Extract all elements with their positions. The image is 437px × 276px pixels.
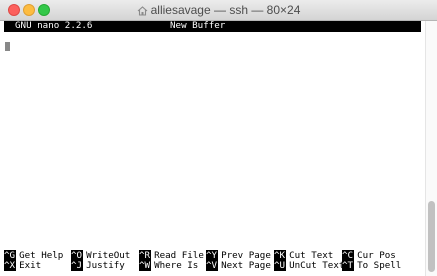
buffer-name: New Buffer <box>170 20 226 31</box>
shortcut-next-page[interactable]: ^V Next Page <box>206 260 271 271</box>
text-cursor <box>5 42 10 51</box>
window-title-text: alliesavage — ssh — 80×24 <box>150 3 301 17</box>
shortcut-where-is[interactable]: ^W Where Is <box>139 260 198 271</box>
shortcut-to-spell[interactable]: ^T To Spell <box>342 260 401 271</box>
terminal-area[interactable]: GNU nano 2.2.6 New Buffer ^G Get Help ^O W… <box>0 20 425 276</box>
shortcut-exit[interactable]: ^X Exit <box>4 260 41 271</box>
shortcut-justify[interactable]: ^J Justify <box>71 260 125 271</box>
scrollbar-thumb[interactable] <box>428 201 435 272</box>
window-title: alliesavage — ssh — 80×24 <box>0 3 437 17</box>
title-bar[interactable]: alliesavage — ssh — 80×24 <box>0 0 437 21</box>
nano-version: GNU nano 2.2.6 <box>15 20 93 31</box>
nano-header-bar: GNU nano 2.2.6 New Buffer <box>4 20 421 32</box>
vertical-scrollbar[interactable] <box>425 21 437 276</box>
home-icon <box>137 5 148 19</box>
shortcut-uncut-text[interactable]: ^U UnCut Text <box>274 260 344 271</box>
terminal-window: alliesavage — ssh — 80×24 GNU nano 2.2.6… <box>0 0 437 276</box>
